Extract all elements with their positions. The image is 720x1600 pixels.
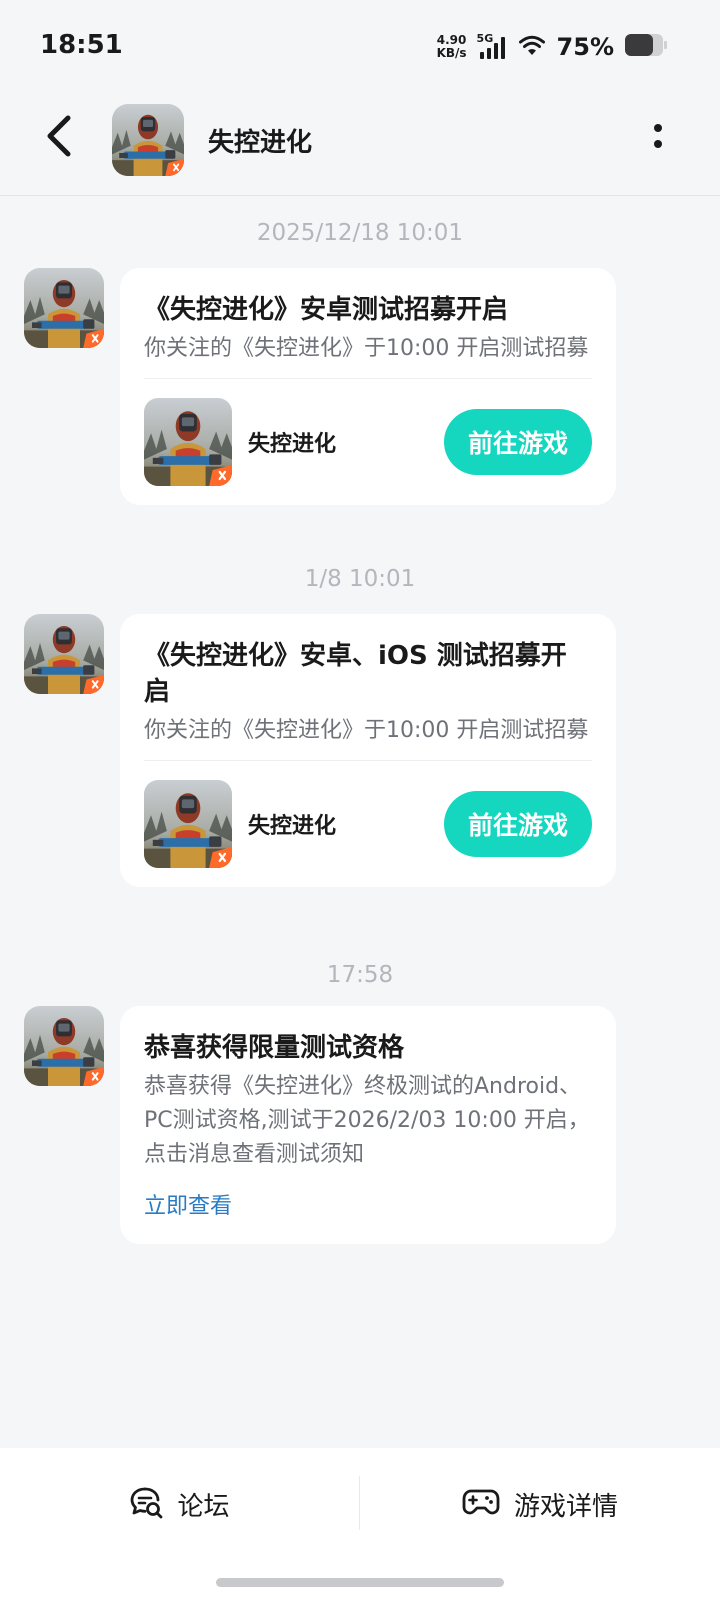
- status-bar: 18:51 4.90 KB/s 5G 75%: [0, 0, 720, 96]
- message-timestamp: 1/8 10:01: [304, 566, 416, 592]
- message-title: 《失控进化》安卓、iOS 测试招募开启: [144, 641, 567, 707]
- message-sender-avatar[interactable]: [24, 268, 104, 348]
- back-button[interactable]: [36, 114, 80, 162]
- bottom-bar: 论坛 游戏详情: [0, 1448, 720, 1600]
- game-icon[interactable]: [144, 780, 232, 868]
- network-type: 5G: [476, 32, 494, 45]
- wifi-icon: [517, 33, 547, 61]
- go-to-game-button[interactable]: 前往游戏: [444, 791, 592, 857]
- view-now-link[interactable]: 立即查看: [144, 1188, 592, 1244]
- message-sender-avatar[interactable]: [24, 1006, 104, 1086]
- forum-icon: [129, 1485, 163, 1523]
- signal-icon: 5G: [476, 32, 507, 60]
- go-to-game-button[interactable]: 前往游戏: [444, 409, 592, 475]
- message-description: 你关注的《失控进化》于10:00 开启测试招募: [144, 718, 589, 743]
- message-timestamp: 2025/12/18 10:01: [256, 220, 464, 246]
- game-entry: 失控进化 前往游戏: [144, 379, 592, 505]
- message-card[interactable]: 《失控进化》安卓、iOS 测试招募开启 你关注的《失控进化》于10:00 开启测…: [120, 614, 616, 887]
- header-game-avatar[interactable]: [112, 104, 184, 176]
- message-description: 恭喜获得《失控进化》终极测试的Android、PC测试资格,测试于2026/2/…: [144, 1074, 590, 1167]
- page-title: 失控进化: [208, 128, 313, 158]
- network-speed: 4.90 KB/s: [437, 34, 467, 60]
- more-button[interactable]: [640, 118, 676, 158]
- game-name: 失控进化: [248, 814, 337, 839]
- message-card[interactable]: 恭喜获得限量测试资格 恭喜获得《失控进化》终极测试的Android、PC测试资格…: [120, 1006, 616, 1244]
- game-icon[interactable]: [144, 398, 232, 486]
- battery-percentage: 75%: [556, 33, 614, 61]
- home-indicator[interactable]: [216, 1578, 504, 1587]
- message-timestamp: 17:58: [326, 962, 394, 988]
- header: 失控进化: [0, 96, 720, 196]
- message-sender-avatar[interactable]: [24, 614, 104, 694]
- game-detail-tab[interactable]: 游戏详情: [360, 1448, 720, 1560]
- game-detail-tab-label: 游戏详情: [513, 1491, 618, 1522]
- back-icon: [44, 114, 72, 162]
- network-speed-unit: KB/s: [436, 46, 467, 60]
- more-icon: [653, 123, 663, 153]
- battery-icon: [624, 33, 668, 61]
- message-title: 《失控进化》安卓测试招募开启: [144, 295, 509, 325]
- message-card[interactable]: 《失控进化》安卓测试招募开启 你关注的《失控进化》于10:00 开启测试招募 失…: [120, 268, 616, 505]
- status-time: 18:51: [40, 30, 123, 60]
- gamepad-icon: [462, 1487, 500, 1521]
- message-title: 恭喜获得限量测试资格: [144, 1033, 405, 1063]
- forum-tab-label: 论坛: [177, 1491, 230, 1522]
- game-name: 失控进化: [248, 432, 337, 457]
- message-description: 你关注的《失控进化》于10:00 开启测试招募: [144, 336, 589, 361]
- forum-tab[interactable]: 论坛: [0, 1448, 359, 1560]
- status-indicators: 4.90 KB/s 5G 75%: [437, 30, 668, 64]
- game-entry: 失控进化 前往游戏: [144, 761, 592, 887]
